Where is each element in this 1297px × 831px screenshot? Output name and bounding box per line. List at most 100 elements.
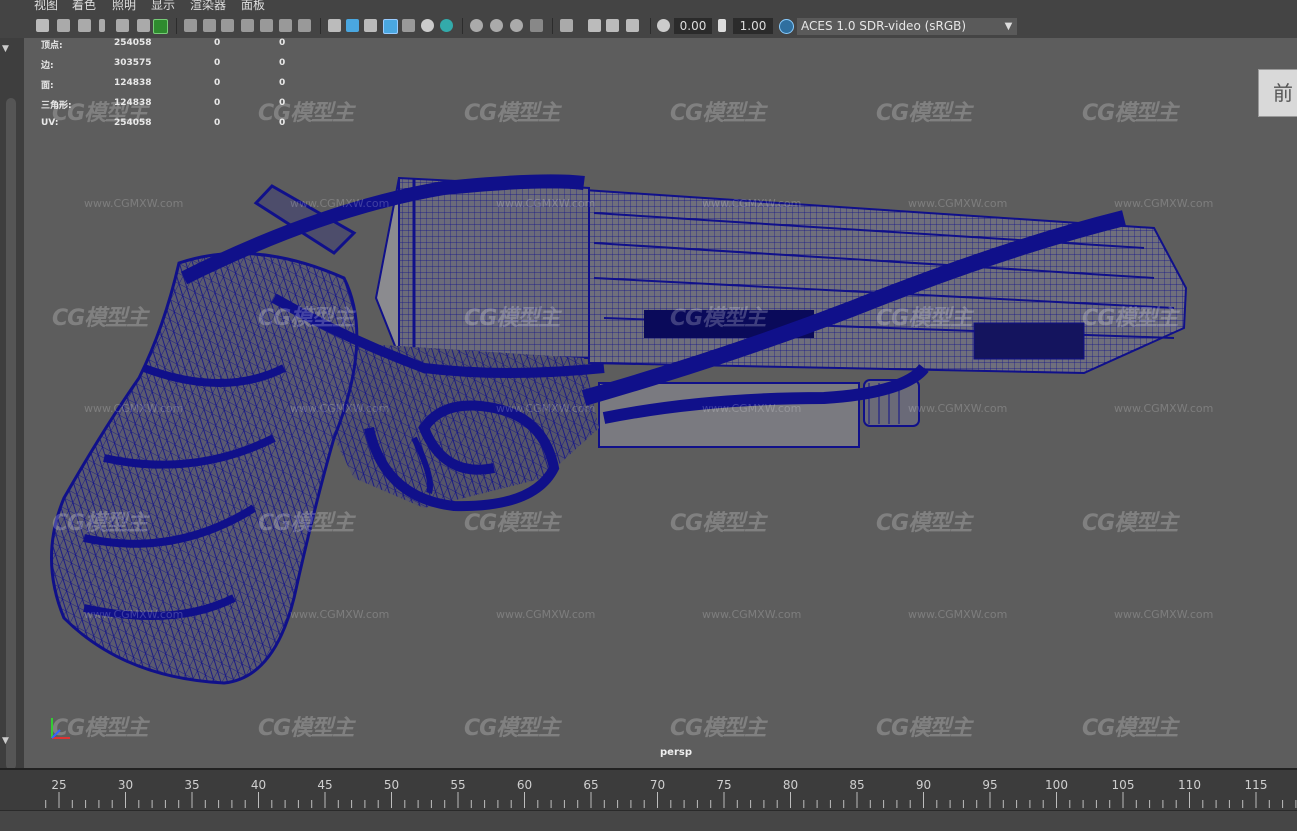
color-management-icon[interactable] (779, 19, 794, 34)
image-plane-icon[interactable] (116, 19, 129, 32)
perspective-viewport[interactable]: 顶点: 254058 0 0 边: 303575 0 0 面: 124838 0… (24, 38, 1297, 768)
xray-icon[interactable] (588, 19, 601, 32)
left-panel-strip: ▼ ▼ (0, 38, 24, 770)
watermark-logo: CG模型主 (1082, 716, 1178, 741)
wireframe-icon[interactable] (328, 19, 341, 32)
frame-label: 100 (1045, 778, 1068, 792)
film-gate-icon[interactable] (203, 19, 216, 32)
camera-attributes-icon[interactable] (57, 19, 70, 32)
watermark-logo: CG模型主 (52, 511, 148, 536)
camera-icon[interactable] (36, 19, 49, 32)
watermark-logo: CG模型主 (670, 306, 766, 331)
view-cube[interactable]: 前 (1258, 69, 1297, 117)
frame-label: 75 (716, 778, 731, 792)
watermark-url: www.CGMXW.com (290, 608, 390, 621)
menu-renderer[interactable]: 渲染器 (190, 0, 226, 11)
depth-of-field-icon[interactable] (530, 19, 543, 32)
watermark-logo: CG模型主 (464, 306, 560, 331)
field-chart-icon[interactable] (260, 19, 273, 32)
frame-label: 110 (1178, 778, 1201, 792)
watermark-url: www.CGMXW.com (908, 402, 1008, 415)
axis-gizmo-icon (51, 718, 70, 739)
frame-label: 95 (982, 778, 997, 792)
use-all-lights-icon[interactable] (421, 19, 434, 32)
watermark-logo: CG模型主 (876, 511, 972, 536)
gamma-field[interactable]: 1.00 (733, 18, 773, 34)
watermark-url: www.CGMXW.com (496, 402, 596, 415)
time-slider[interactable]: 25 30 35 40 45 50 55 60 65 70 75 80 85 90 95 100 105 110 1… (0, 768, 1297, 812)
grease-pencil-icon[interactable] (153, 19, 168, 34)
smooth-shade-icon[interactable] (346, 19, 359, 32)
collapse-up-icon[interactable]: ▼ (2, 44, 9, 54)
chevron-down-icon[interactable]: ▼ (1000, 18, 1017, 35)
watermark-logo: CG模型主 (876, 716, 972, 741)
frame-label: 55 (450, 778, 465, 792)
watermark-url: www.CGMXW.com (84, 608, 184, 621)
watermark-logo: CG模型主 (258, 101, 354, 126)
resolution-gate-icon[interactable] (221, 19, 234, 32)
menu-view[interactable]: 视图 (34, 0, 58, 11)
frame-label: 115 (1245, 778, 1268, 792)
frame-label: 50 (384, 778, 399, 792)
watermark-url: www.CGMXW.com (1114, 402, 1214, 415)
watermark-url: www.CGMXW.com (290, 402, 390, 415)
safe-action-icon[interactable] (279, 19, 292, 32)
exposure-icon (657, 19, 670, 32)
watermark-logo: CG模型主 (876, 306, 972, 331)
frame-label: 80 (783, 778, 798, 792)
menu-panels[interactable]: 面板 (241, 0, 265, 11)
screen-space-ao-icon[interactable] (470, 19, 483, 32)
watermark-logo: CG模型主 (464, 716, 560, 741)
menu-shading[interactable]: 着色 (72, 0, 96, 11)
isolate-select-icon[interactable] (560, 19, 573, 32)
watermark-logo: CG模型主 (670, 511, 766, 536)
watermark-logo: CG模型主 (258, 306, 354, 331)
motion-blur-icon[interactable] (490, 19, 503, 32)
watermark-url: www.CGMXW.com (702, 402, 802, 415)
camera-name-label: persp (660, 747, 692, 758)
watermark-url: www.CGMXW.com (84, 197, 184, 210)
bookmark-icon[interactable] (99, 19, 105, 32)
color-space-select[interactable]: ACES 1.0 SDR-video (sRGB) (797, 18, 1017, 35)
watermark-logo: CG模型主 (876, 101, 972, 126)
watermark-logo: CG模型主 (258, 511, 354, 536)
frame-label: 25 (51, 778, 66, 792)
menu-lighting[interactable]: 照明 (112, 0, 136, 11)
frame-label: 40 (251, 778, 266, 792)
time-slider-ticks: 25 30 35 40 45 50 55 60 65 70 75 80 85 90 95 100 105 110 1… (45, 778, 1297, 808)
frame-label: 30 (118, 778, 133, 792)
exposure-field[interactable]: 0.00 (674, 18, 712, 34)
anti-aliasing-icon[interactable] (510, 19, 523, 32)
watermark-url: www.CGMXW.com (496, 197, 596, 210)
watermark-url: www.CGMXW.com (908, 197, 1008, 210)
wireframe-on-shaded-icon[interactable] (383, 19, 398, 34)
watermark-url: www.CGMXW.com (1114, 608, 1214, 621)
watermark-url: www.CGMXW.com (84, 402, 184, 415)
xray-active-icon[interactable] (606, 19, 619, 32)
watermark-url: www.CGMXW.com (702, 608, 802, 621)
menu-show[interactable]: 显示 (151, 0, 175, 11)
vertical-scrollbar[interactable] (6, 98, 16, 770)
frame-label: 85 (849, 778, 864, 792)
watermark-url: www.CGMXW.com (496, 608, 596, 621)
watermark-logo: CG模型主 (52, 101, 148, 126)
textured-icon[interactable] (402, 19, 415, 32)
viewport-toolbar: 0.00 1.00 (0, 14, 1297, 39)
gate-mask-icon[interactable] (241, 19, 254, 32)
grid-icon[interactable] (184, 19, 197, 32)
range-slider-bar[interactable] (0, 810, 1297, 831)
collapse-down-icon[interactable]: ▼ (2, 736, 9, 746)
watermark-logo: CG模型主 (670, 101, 766, 126)
default-material-icon[interactable] (364, 19, 377, 32)
two-d-pan-icon[interactable] (137, 19, 150, 32)
shadows-icon[interactable] (440, 19, 453, 32)
bookmark-camera-icon[interactable] (78, 19, 91, 32)
frame-label: 90 (916, 778, 931, 792)
frame-label: 45 (317, 778, 332, 792)
gamma-icon (718, 19, 726, 32)
revolver-wireframe-model[interactable] (24, 38, 1297, 768)
watermark-url: www.CGMXW.com (702, 197, 802, 210)
watermark-url: www.CGMXW.com (1114, 197, 1214, 210)
xray-joints-icon[interactable] (626, 19, 639, 32)
safe-title-icon[interactable] (298, 19, 311, 32)
